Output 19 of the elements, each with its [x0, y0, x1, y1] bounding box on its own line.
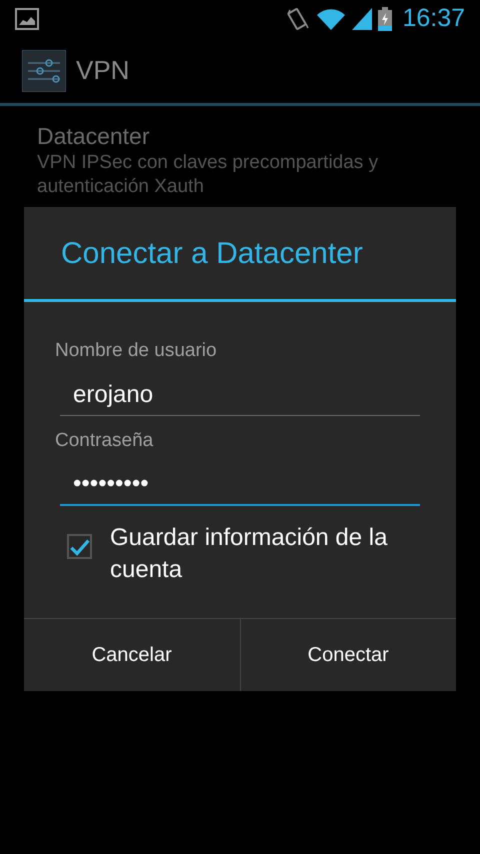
dialog-button[interactable]: Cancelar — [24, 619, 240, 691]
settings-sliders-icon — [22, 50, 66, 92]
status-time: 16:37 — [402, 3, 465, 34]
checkbox[interactable] — [67, 534, 92, 559]
dialog-title: Conectar a Datacenter — [61, 236, 363, 272]
wifi-icon — [316, 7, 346, 31]
field-label: Nombre de usuario — [55, 339, 218, 363]
vpn-description: VPN IPSec con claves precompartidas y autenticación Xauth — [37, 151, 380, 199]
vibrate-icon — [286, 6, 310, 32]
battery-icon — [378, 7, 392, 31]
vpn-name: Datacenter — [37, 122, 151, 151]
screen-title: VPN — [76, 54, 130, 87]
text-field[interactable]: ••••••••• — [60, 464, 420, 506]
signal-icon — [352, 8, 372, 30]
dialog-button[interactable]: Conectar — [240, 619, 456, 691]
image-icon — [15, 8, 39, 30]
checkbox-label: Guardar información de la cuenta — [110, 523, 388, 585]
field-label: Contraseña — [55, 429, 154, 453]
text-field[interactable]: erojano — [60, 374, 420, 416]
